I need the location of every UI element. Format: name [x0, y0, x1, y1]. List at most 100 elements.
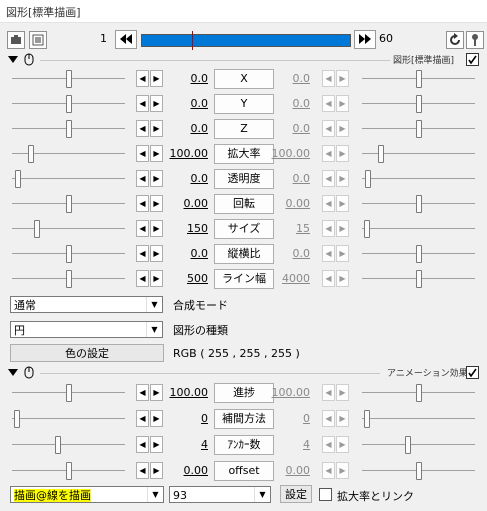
slider-track-start[interactable] [12, 444, 125, 445]
slider-track-start[interactable] [12, 418, 125, 419]
slider-thumb-start[interactable] [66, 384, 72, 402]
end-value[interactable]: 0.0 [262, 97, 311, 110]
start-value[interactable]: 0.0 [160, 97, 209, 110]
slider-thumb-end[interactable] [364, 410, 370, 428]
collapse-triangle-icon[interactable] [8, 369, 18, 377]
decrement-start-button[interactable]: ◀ [136, 410, 149, 427]
increment-end-button[interactable]: ▶ [336, 384, 349, 401]
slider-track-end[interactable] [362, 444, 475, 445]
increment-end-button[interactable]: ▶ [336, 220, 349, 237]
decrement-start-button[interactable]: ◀ [136, 95, 149, 112]
decrement-start-button[interactable]: ◀ [136, 195, 149, 212]
shape-type-select[interactable]: 円 ▼ [10, 321, 163, 338]
start-value[interactable]: 100.00 [160, 386, 209, 399]
start-value[interactable]: 0.0 [160, 172, 209, 185]
end-value[interactable]: 15 [262, 222, 310, 235]
start-value[interactable]: 0.00 [160, 197, 209, 210]
slider-thumb-end[interactable] [416, 270, 422, 288]
decrement-end-button[interactable]: ◀ [322, 95, 335, 112]
next-frame-button[interactable] [354, 30, 376, 49]
section-enable-checkbox[interactable] [466, 53, 479, 66]
increment-end-button[interactable]: ▶ [336, 145, 349, 162]
decrement-start-button[interactable]: ◀ [136, 245, 149, 262]
increment-end-button[interactable]: ▶ [336, 170, 349, 187]
end-value[interactable]: 0.00 [262, 464, 311, 477]
slider-thumb-end[interactable] [416, 462, 422, 480]
start-value[interactable]: 500 [160, 272, 208, 285]
slider-thumb-start[interactable] [28, 145, 34, 163]
start-value[interactable]: 4 [160, 438, 208, 451]
end-value[interactable]: 0.0 [262, 122, 311, 135]
slider-thumb-end[interactable] [378, 145, 384, 163]
slider-track-end[interactable] [362, 418, 475, 419]
start-value[interactable]: 0 [160, 412, 208, 425]
blend-mode-select[interactable]: 通常 ▼ [10, 296, 163, 313]
end-value[interactable]: 0 [262, 412, 310, 425]
slider-thumb-end[interactable] [416, 195, 422, 213]
slider-thumb-start[interactable] [66, 120, 72, 138]
slider-thumb-start[interactable] [15, 170, 21, 188]
start-value[interactable]: 0.0 [160, 122, 209, 135]
decrement-end-button[interactable]: ◀ [322, 270, 335, 287]
effect-value-select[interactable]: 93 ▼ [169, 486, 271, 503]
start-value[interactable]: 150 [160, 222, 208, 235]
end-value[interactable]: 0.0 [262, 247, 311, 260]
slider-thumb-start[interactable] [66, 195, 72, 213]
decrement-end-button[interactable]: ◀ [322, 410, 335, 427]
decrement-start-button[interactable]: ◀ [136, 120, 149, 137]
end-value[interactable]: 100.00 [262, 386, 311, 399]
end-value[interactable]: 100.00 [262, 147, 311, 160]
frame-view-button[interactable] [29, 31, 47, 49]
slider-thumb-end[interactable] [405, 436, 411, 454]
effect-select[interactable]: 描画@線を描画 ▼ [10, 486, 164, 503]
slider-thumb-start[interactable] [34, 220, 40, 238]
color-settings-button[interactable]: 色の設定 [10, 344, 164, 362]
decrement-end-button[interactable]: ◀ [322, 245, 335, 262]
decrement-end-button[interactable]: ◀ [322, 220, 335, 237]
slider-thumb-end[interactable] [416, 70, 422, 88]
section-enable-checkbox[interactable] [466, 366, 479, 379]
prev-frame-button[interactable] [115, 30, 137, 49]
decrement-start-button[interactable]: ◀ [136, 384, 149, 401]
slider-thumb-start[interactable] [66, 95, 72, 113]
decrement-end-button[interactable]: ◀ [322, 462, 335, 479]
slider-thumb-end[interactable] [416, 120, 422, 138]
slider-thumb-start[interactable] [66, 70, 72, 88]
timeline-cursor[interactable] [192, 31, 193, 50]
slider-track-start[interactable] [12, 228, 125, 229]
decrement-end-button[interactable]: ◀ [322, 195, 335, 212]
end-value[interactable]: 0.0 [262, 172, 311, 185]
decrement-end-button[interactable]: ◀ [322, 70, 335, 87]
decrement-start-button[interactable]: ◀ [136, 70, 149, 87]
decrement-end-button[interactable]: ◀ [322, 120, 335, 137]
slider-thumb-start[interactable] [66, 270, 72, 288]
increment-end-button[interactable]: ▶ [336, 410, 349, 427]
slider-thumb-start[interactable] [14, 410, 20, 428]
pin-button[interactable] [466, 31, 484, 49]
link-zoom-checkbox[interactable] [319, 488, 332, 501]
slider-thumb-start[interactable] [66, 462, 72, 480]
increment-end-button[interactable]: ▶ [336, 245, 349, 262]
decrement-end-button[interactable]: ◀ [322, 384, 335, 401]
end-value[interactable]: 0.00 [262, 197, 311, 210]
start-value[interactable]: 100.00 [160, 147, 209, 160]
decrement-start-button[interactable]: ◀ [136, 220, 149, 237]
slider-track-end[interactable] [362, 178, 475, 179]
decrement-start-button[interactable]: ◀ [136, 436, 149, 453]
decrement-start-button[interactable]: ◀ [136, 270, 149, 287]
decrement-start-button[interactable]: ◀ [136, 462, 149, 479]
increment-end-button[interactable]: ▶ [336, 95, 349, 112]
slider-thumb-end[interactable] [416, 245, 422, 263]
decrement-end-button[interactable]: ◀ [322, 145, 335, 162]
snapshot-button[interactable] [7, 31, 25, 49]
slider-track-start[interactable] [12, 178, 125, 179]
increment-end-button[interactable]: ▶ [336, 270, 349, 287]
slider-thumb-end[interactable] [364, 220, 370, 238]
settings-button[interactable]: 設定 [280, 485, 312, 503]
slider-thumb-start[interactable] [66, 245, 72, 263]
decrement-start-button[interactable]: ◀ [136, 145, 149, 162]
increment-end-button[interactable]: ▶ [336, 70, 349, 87]
timeline-bar[interactable] [141, 31, 351, 50]
increment-end-button[interactable]: ▶ [336, 436, 349, 453]
slider-thumb-end[interactable] [365, 170, 371, 188]
